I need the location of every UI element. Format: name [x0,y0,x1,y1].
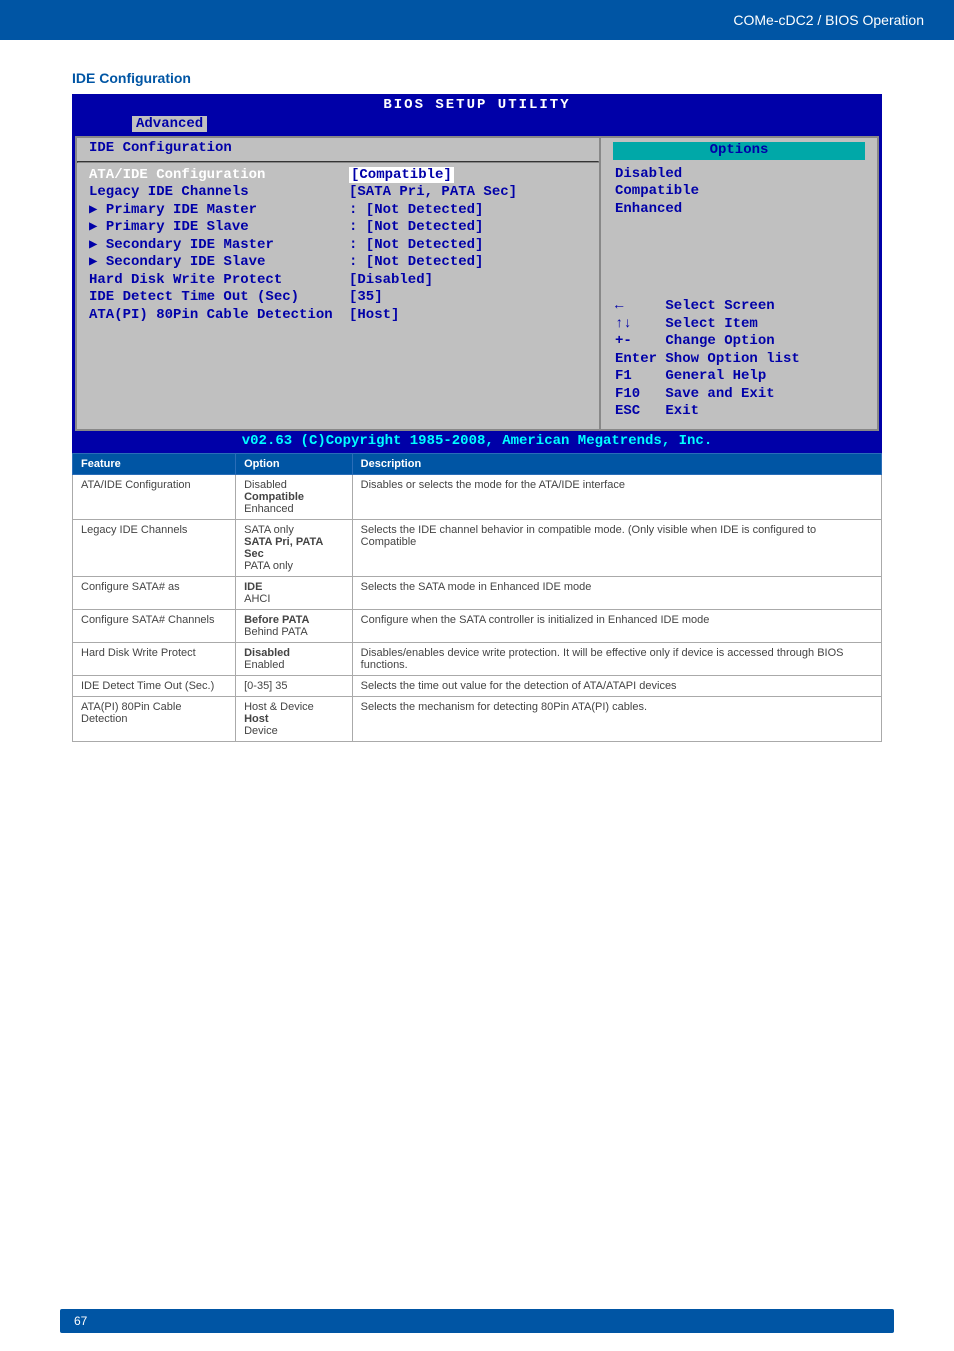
table-row: Legacy IDE ChannelsSATA onlySATA Pri, PA… [73,520,882,577]
table-header: Feature [73,454,236,475]
section-title: IDE Configuration [72,70,882,86]
bios-item-value: [Host] [349,307,587,325]
bios-option[interactable]: Enhanced [609,201,869,219]
bios-item[interactable]: ▶ Primary IDE Master: [Not Detected] [89,202,587,220]
bios-copyright: v02.63 (C)Copyright 1985-2008, American … [72,433,882,454]
bios-item[interactable]: ▶ Secondary IDE Master: [Not Detected] [89,237,587,255]
feature-cell: Configure SATA# Channels [73,610,236,643]
description-cell: Configure when the SATA controller is in… [352,610,881,643]
feature-cell: ATA(PI) 80Pin Cable Detection [73,697,236,742]
bios-tabs: Advanced [72,116,882,137]
table-row: ATA/IDE ConfigurationDisabledCompatibleE… [73,475,882,520]
bios-item-value: [Disabled] [349,272,587,290]
feature-cell: ATA/IDE Configuration [73,475,236,520]
bios-help: ← Select Screen↑↓ Select Item+- Change O… [609,298,869,421]
bios-option[interactable]: Compatible [609,183,869,201]
page-footer: 67 [60,1309,894,1333]
bios-item[interactable]: Legacy IDE Channels[SATA Pri, PATA Sec] [89,184,587,202]
option-cell: DisabledCompatibleEnhanced [236,475,353,520]
feature-cell: Configure SATA# as [73,577,236,610]
option-cell: Before PATABehind PATA [236,610,353,643]
option-cell: [0-35] 35 [236,676,353,697]
bios-item-label: ▶ Primary IDE Slave [89,219,349,237]
option-cell: SATA onlySATA Pri, PATA SecPATA only [236,520,353,577]
table-row: IDE Detect Time Out (Sec.)[0-35] 35Selec… [73,676,882,697]
bios-item-value: : [Not Detected] [349,202,587,220]
bios-options-title: Options [613,142,865,160]
bios-item-value: [SATA Pri, PATA Sec] [349,184,587,202]
feature-cell: Legacy IDE Channels [73,520,236,577]
feature-cell: IDE Detect Time Out (Sec.) [73,676,236,697]
table-row: Configure SATA# ChannelsBefore PATABehin… [73,610,882,643]
table-row: ATA(PI) 80Pin Cable DetectionHost & Devi… [73,697,882,742]
bios-item-value: [35] [349,289,587,307]
option-cell: IDEAHCI [236,577,353,610]
breadcrumb: COMe-cDC2 / BIOS Operation [733,12,924,28]
bios-item-value: : [Not Detected] [349,254,587,272]
bios-item-label: ATA(PI) 80Pin Cable Detection [89,307,349,325]
bios-panel-title: IDE Configuration [89,140,587,158]
table-row: Hard Disk Write ProtectDisabledEnabledDi… [73,643,882,676]
description-cell: Selects the mechanism for detecting 80Pi… [352,697,881,742]
bios-left-panel: IDE Configuration ATA/IDE Configuration[… [75,136,599,431]
description-cell: Disables/enables device write protection… [352,643,881,676]
description-cell: Selects the IDE channel behavior in comp… [352,520,881,577]
bios-help-line: F10 Save and Exit [615,386,869,404]
bios-item-value: : [Not Detected] [349,219,587,237]
table-header: Description [352,454,881,475]
bios-item-label: Hard Disk Write Protect [89,272,349,290]
bios-screenshot: BIOS SETUP UTILITY Advanced IDE Configur… [72,94,882,453]
bios-help-line: ↑↓ Select Item [615,316,869,334]
bios-item-label: ATA/IDE Configuration [89,167,349,185]
bios-item[interactable]: IDE Detect Time Out (Sec)[35] [89,289,587,307]
bios-item-value: : [Not Detected] [349,237,587,255]
bios-help-line: +- Change Option [615,333,869,351]
feature-cell: Hard Disk Write Protect [73,643,236,676]
bios-item[interactable]: ▶ Secondary IDE Slave: [Not Detected] [89,254,587,272]
bios-item[interactable]: ▶ Primary IDE Slave: [Not Detected] [89,219,587,237]
bios-item-label: IDE Detect Time Out (Sec) [89,289,349,307]
page-number: 67 [74,1314,87,1328]
bios-item[interactable]: Hard Disk Write Protect[Disabled] [89,272,587,290]
description-cell: Selects the SATA mode in Enhanced IDE mo… [352,577,881,610]
header-bar: COMe-cDC2 / BIOS Operation [0,0,954,40]
option-cell: DisabledEnabled [236,643,353,676]
bios-right-panel: Options DisabledCompatibleEnhanced ← Sel… [599,136,879,431]
bios-item-value: [Compatible] [349,167,587,185]
table-row: Configure SATA# asIDEAHCISelects the SAT… [73,577,882,610]
description-cell: Disables or selects the mode for the ATA… [352,475,881,520]
bios-item[interactable]: ATA(PI) 80Pin Cable Detection[Host] [89,307,587,325]
bios-help-line: Enter Show Option list [615,351,869,369]
bios-item-label: ▶ Secondary IDE Master [89,237,349,255]
bios-option[interactable]: Disabled [609,166,869,184]
bios-item-label: Legacy IDE Channels [89,184,349,202]
description-cell: Selects the time out value for the detec… [352,676,881,697]
bios-item[interactable]: ATA/IDE Configuration[Compatible] [89,167,587,185]
bios-help-line: F1 General Help [615,368,869,386]
table-header: Option [236,454,353,475]
bios-item-label: ▶ Secondary IDE Slave [89,254,349,272]
bios-item-label: ▶ Primary IDE Master [89,202,349,220]
bios-tab-advanced[interactable]: Advanced [132,116,207,132]
bios-help-line: ← Select Screen [615,298,869,316]
feature-table: FeatureOptionDescription ATA/IDE Configu… [72,453,882,742]
bios-title: BIOS SETUP UTILITY [72,94,882,116]
bios-help-line: ESC Exit [615,403,869,421]
option-cell: Host & DeviceHostDevice [236,697,353,742]
